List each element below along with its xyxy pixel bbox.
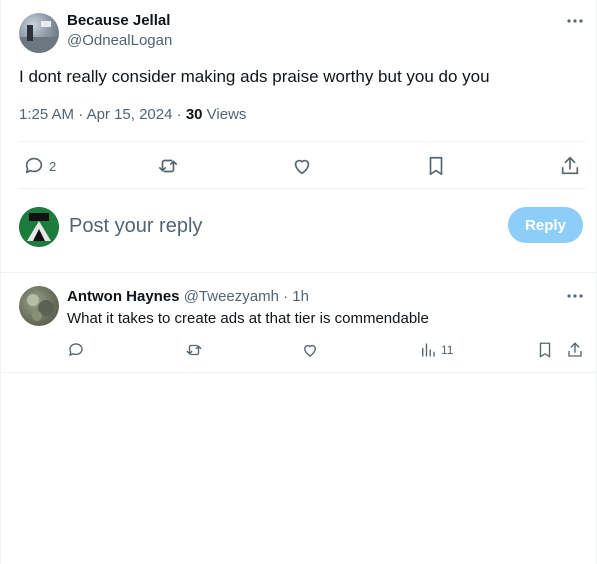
reply-action-button[interactable]: 2: [23, 155, 56, 177]
current-user-avatar[interactable]: [19, 207, 59, 247]
avatar-photo-icon: [19, 207, 59, 247]
reply-more-options-button[interactable]: [565, 286, 585, 306]
share-icon: [568, 342, 582, 357]
reply-input[interactable]: Post your reply: [69, 213, 489, 239]
tweet-meta: 1:25 AM · Apr 15, 2024 · 30 Views: [19, 106, 246, 123]
repost-action-button[interactable]: [157, 155, 179, 177]
bookmark-icon: [539, 342, 551, 358]
reply-text: What it takes to create ads at that tier…: [67, 310, 429, 327]
tweet-time[interactable]: 1:25 AM: [19, 106, 74, 123]
meta-separator: ·: [176, 106, 182, 123]
share-icon: [561, 156, 579, 175]
views-count: 30: [185, 106, 203, 123]
repost-icon: [158, 159, 178, 173]
meta-separator: ·: [78, 106, 84, 123]
avatar-photo-icon: [19, 21, 59, 53]
reply-age[interactable]: 1h: [292, 288, 309, 305]
reply-author-handle[interactable]: @Tweezyamh: [184, 288, 279, 305]
views-label: Views: [206, 106, 247, 123]
bookmark-action-button[interactable]: [425, 155, 447, 177]
reply-share-button[interactable]: [566, 341, 584, 359]
divider: [19, 188, 586, 189]
tweet-text: I dont really consider making ads praise…: [19, 67, 490, 86]
author-handle[interactable]: @OdnealLogan: [67, 32, 172, 49]
heart-icon: [304, 344, 316, 357]
tweet-date[interactable]: Apr 15, 2024: [87, 106, 173, 123]
reply-views-button[interactable]: 11: [419, 341, 453, 359]
divider: [1, 272, 597, 273]
reply-header: Antwon Haynes @Tweezyamh · 1h: [67, 288, 309, 305]
like-action-button[interactable]: [291, 155, 313, 177]
conversation-panel: Because Jellal @OdnealLogan I dont reall…: [0, 0, 597, 564]
reply-icon: [25, 157, 43, 174]
bookmark-icon: [429, 156, 443, 176]
reply-submit-button[interactable]: Reply: [508, 207, 583, 243]
reply-author-avatar[interactable]: [19, 286, 59, 326]
analytics-icon: [422, 343, 435, 357]
reply-reply-button[interactable]: [67, 341, 85, 359]
divider: [19, 141, 586, 142]
repost-icon: [186, 344, 202, 356]
author-name[interactable]: Because Jellal: [67, 12, 170, 29]
heart-icon: [294, 159, 310, 175]
more-dots-icon: [567, 294, 583, 298]
more-options-button[interactable]: [565, 11, 585, 31]
reply-author-name[interactable]: Antwon Haynes: [67, 288, 180, 305]
meta-separator: ·: [283, 288, 289, 305]
reply-bookmark-button[interactable]: [536, 341, 554, 359]
reply-views-count: 11: [441, 343, 454, 357]
avatar-photo-icon: [27, 294, 54, 321]
more-dots-icon: [567, 19, 583, 23]
reply-repost-button[interactable]: [185, 341, 203, 359]
reply-like-button[interactable]: [301, 341, 319, 359]
divider: [1, 372, 597, 373]
reply-count: 2: [49, 158, 57, 174]
author-avatar[interactable]: [19, 13, 59, 53]
reply-icon: [69, 343, 83, 356]
share-action-button[interactable]: [559, 155, 581, 177]
